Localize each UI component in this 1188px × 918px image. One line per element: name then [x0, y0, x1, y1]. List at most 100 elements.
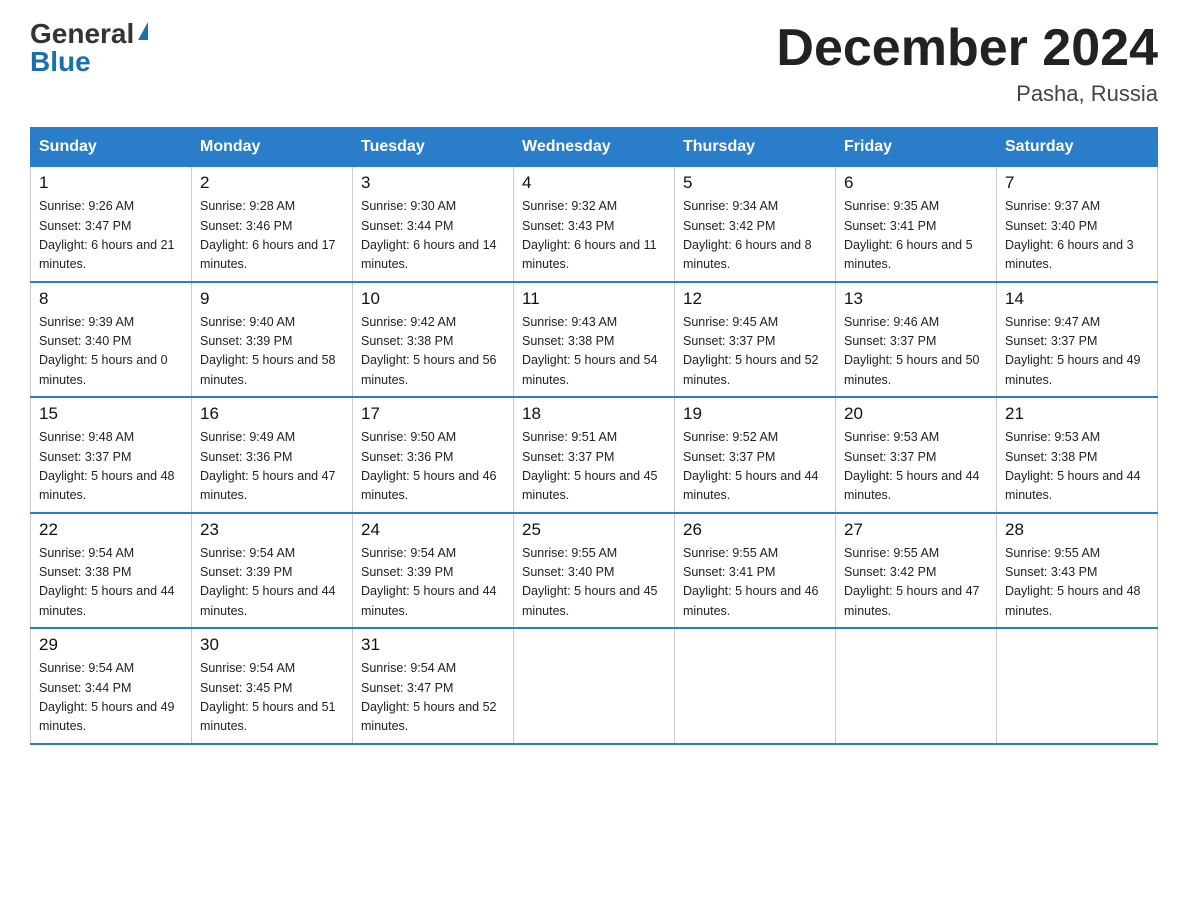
- col-tuesday: Tuesday: [353, 128, 514, 167]
- day-info: Sunrise: 9:55 AMSunset: 3:41 PMDaylight:…: [683, 546, 819, 618]
- table-row: 2 Sunrise: 9:28 AMSunset: 3:46 PMDayligh…: [192, 167, 353, 282]
- logo-general-text: General: [30, 20, 134, 48]
- day-number: 31: [361, 635, 505, 655]
- table-row: 17 Sunrise: 9:50 AMSunset: 3:36 PMDaylig…: [353, 397, 514, 513]
- col-wednesday: Wednesday: [514, 128, 675, 167]
- day-number: 1: [39, 173, 183, 193]
- day-info: Sunrise: 9:42 AMSunset: 3:38 PMDaylight:…: [361, 315, 497, 387]
- day-info: Sunrise: 9:54 AMSunset: 3:45 PMDaylight:…: [200, 661, 336, 733]
- table-row: 31 Sunrise: 9:54 AMSunset: 3:47 PMDaylig…: [353, 628, 514, 744]
- logo-triangle-icon: [138, 22, 148, 40]
- table-row: 25 Sunrise: 9:55 AMSunset: 3:40 PMDaylig…: [514, 513, 675, 629]
- table-row: 29 Sunrise: 9:54 AMSunset: 3:44 PMDaylig…: [31, 628, 192, 744]
- table-row: [675, 628, 836, 744]
- table-row: 24 Sunrise: 9:54 AMSunset: 3:39 PMDaylig…: [353, 513, 514, 629]
- day-number: 2: [200, 173, 344, 193]
- day-info: Sunrise: 9:43 AMSunset: 3:38 PMDaylight:…: [522, 315, 658, 387]
- calendar-week-row: 1 Sunrise: 9:26 AMSunset: 3:47 PMDayligh…: [31, 167, 1158, 282]
- day-info: Sunrise: 9:51 AMSunset: 3:37 PMDaylight:…: [522, 430, 658, 502]
- day-info: Sunrise: 9:49 AMSunset: 3:36 PMDaylight:…: [200, 430, 336, 502]
- col-sunday: Sunday: [31, 128, 192, 167]
- table-row: 26 Sunrise: 9:55 AMSunset: 3:41 PMDaylig…: [675, 513, 836, 629]
- day-number: 3: [361, 173, 505, 193]
- table-row: 27 Sunrise: 9:55 AMSunset: 3:42 PMDaylig…: [836, 513, 997, 629]
- day-info: Sunrise: 9:39 AMSunset: 3:40 PMDaylight:…: [39, 315, 168, 387]
- day-number: 16: [200, 404, 344, 424]
- col-thursday: Thursday: [675, 128, 836, 167]
- day-number: 22: [39, 520, 183, 540]
- day-number: 19: [683, 404, 827, 424]
- table-row: 7 Sunrise: 9:37 AMSunset: 3:40 PMDayligh…: [997, 167, 1158, 282]
- table-row: 3 Sunrise: 9:30 AMSunset: 3:44 PMDayligh…: [353, 167, 514, 282]
- day-number: 23: [200, 520, 344, 540]
- day-info: Sunrise: 9:35 AMSunset: 3:41 PMDaylight:…: [844, 199, 973, 271]
- day-info: Sunrise: 9:34 AMSunset: 3:42 PMDaylight:…: [683, 199, 812, 271]
- day-info: Sunrise: 9:55 AMSunset: 3:43 PMDaylight:…: [1005, 546, 1141, 618]
- table-row: 18 Sunrise: 9:51 AMSunset: 3:37 PMDaylig…: [514, 397, 675, 513]
- calendar-header-row: Sunday Monday Tuesday Wednesday Thursday…: [31, 128, 1158, 167]
- calendar-week-row: 22 Sunrise: 9:54 AMSunset: 3:38 PMDaylig…: [31, 513, 1158, 629]
- day-info: Sunrise: 9:47 AMSunset: 3:37 PMDaylight:…: [1005, 315, 1141, 387]
- day-info: Sunrise: 9:54 AMSunset: 3:47 PMDaylight:…: [361, 661, 497, 733]
- day-number: 21: [1005, 404, 1149, 424]
- table-row: 4 Sunrise: 9:32 AMSunset: 3:43 PMDayligh…: [514, 167, 675, 282]
- day-number: 13: [844, 289, 988, 309]
- day-info: Sunrise: 9:46 AMSunset: 3:37 PMDaylight:…: [844, 315, 980, 387]
- table-row: 11 Sunrise: 9:43 AMSunset: 3:38 PMDaylig…: [514, 282, 675, 398]
- logo-blue-text: Blue: [30, 48, 91, 76]
- table-row: 20 Sunrise: 9:53 AMSunset: 3:37 PMDaylig…: [836, 397, 997, 513]
- day-number: 29: [39, 635, 183, 655]
- day-info: Sunrise: 9:54 AMSunset: 3:39 PMDaylight:…: [361, 546, 497, 618]
- day-number: 25: [522, 520, 666, 540]
- day-info: Sunrise: 9:30 AMSunset: 3:44 PMDaylight:…: [361, 199, 497, 271]
- day-number: 24: [361, 520, 505, 540]
- col-monday: Monday: [192, 128, 353, 167]
- calendar-week-row: 8 Sunrise: 9:39 AMSunset: 3:40 PMDayligh…: [31, 282, 1158, 398]
- month-title: December 2024: [776, 20, 1158, 77]
- table-row: 23 Sunrise: 9:54 AMSunset: 3:39 PMDaylig…: [192, 513, 353, 629]
- calendar-week-row: 29 Sunrise: 9:54 AMSunset: 3:44 PMDaylig…: [31, 628, 1158, 744]
- calendar-week-row: 15 Sunrise: 9:48 AMSunset: 3:37 PMDaylig…: [31, 397, 1158, 513]
- table-row: 14 Sunrise: 9:47 AMSunset: 3:37 PMDaylig…: [997, 282, 1158, 398]
- day-number: 6: [844, 173, 988, 193]
- table-row: 16 Sunrise: 9:49 AMSunset: 3:36 PMDaylig…: [192, 397, 353, 513]
- logo: General Blue: [30, 20, 148, 76]
- table-row: 9 Sunrise: 9:40 AMSunset: 3:39 PMDayligh…: [192, 282, 353, 398]
- table-row: 19 Sunrise: 9:52 AMSunset: 3:37 PMDaylig…: [675, 397, 836, 513]
- location-text: Pasha, Russia: [776, 81, 1158, 107]
- day-info: Sunrise: 9:54 AMSunset: 3:38 PMDaylight:…: [39, 546, 175, 618]
- day-number: 18: [522, 404, 666, 424]
- table-row: [514, 628, 675, 744]
- day-info: Sunrise: 9:53 AMSunset: 3:37 PMDaylight:…: [844, 430, 980, 502]
- day-number: 8: [39, 289, 183, 309]
- day-number: 4: [522, 173, 666, 193]
- day-info: Sunrise: 9:32 AMSunset: 3:43 PMDaylight:…: [522, 199, 657, 271]
- col-saturday: Saturday: [997, 128, 1158, 167]
- day-info: Sunrise: 9:54 AMSunset: 3:44 PMDaylight:…: [39, 661, 175, 733]
- day-info: Sunrise: 9:28 AMSunset: 3:46 PMDaylight:…: [200, 199, 336, 271]
- table-row: 15 Sunrise: 9:48 AMSunset: 3:37 PMDaylig…: [31, 397, 192, 513]
- day-number: 9: [200, 289, 344, 309]
- table-row: 1 Sunrise: 9:26 AMSunset: 3:47 PMDayligh…: [31, 167, 192, 282]
- table-row: 28 Sunrise: 9:55 AMSunset: 3:43 PMDaylig…: [997, 513, 1158, 629]
- table-row: 10 Sunrise: 9:42 AMSunset: 3:38 PMDaylig…: [353, 282, 514, 398]
- day-info: Sunrise: 9:48 AMSunset: 3:37 PMDaylight:…: [39, 430, 175, 502]
- day-number: 20: [844, 404, 988, 424]
- day-number: 14: [1005, 289, 1149, 309]
- day-info: Sunrise: 9:40 AMSunset: 3:39 PMDaylight:…: [200, 315, 336, 387]
- day-number: 27: [844, 520, 988, 540]
- table-row: 12 Sunrise: 9:45 AMSunset: 3:37 PMDaylig…: [675, 282, 836, 398]
- day-number: 5: [683, 173, 827, 193]
- title-block: December 2024 Pasha, Russia: [776, 20, 1158, 107]
- day-number: 11: [522, 289, 666, 309]
- table-row: 6 Sunrise: 9:35 AMSunset: 3:41 PMDayligh…: [836, 167, 997, 282]
- day-info: Sunrise: 9:55 AMSunset: 3:40 PMDaylight:…: [522, 546, 658, 618]
- page-header: General Blue December 2024 Pasha, Russia: [30, 20, 1158, 107]
- day-info: Sunrise: 9:52 AMSunset: 3:37 PMDaylight:…: [683, 430, 819, 502]
- day-number: 10: [361, 289, 505, 309]
- table-row: 5 Sunrise: 9:34 AMSunset: 3:42 PMDayligh…: [675, 167, 836, 282]
- day-info: Sunrise: 9:45 AMSunset: 3:37 PMDaylight:…: [683, 315, 819, 387]
- day-info: Sunrise: 9:37 AMSunset: 3:40 PMDaylight:…: [1005, 199, 1134, 271]
- calendar-table: Sunday Monday Tuesday Wednesday Thursday…: [30, 127, 1158, 745]
- day-info: Sunrise: 9:54 AMSunset: 3:39 PMDaylight:…: [200, 546, 336, 618]
